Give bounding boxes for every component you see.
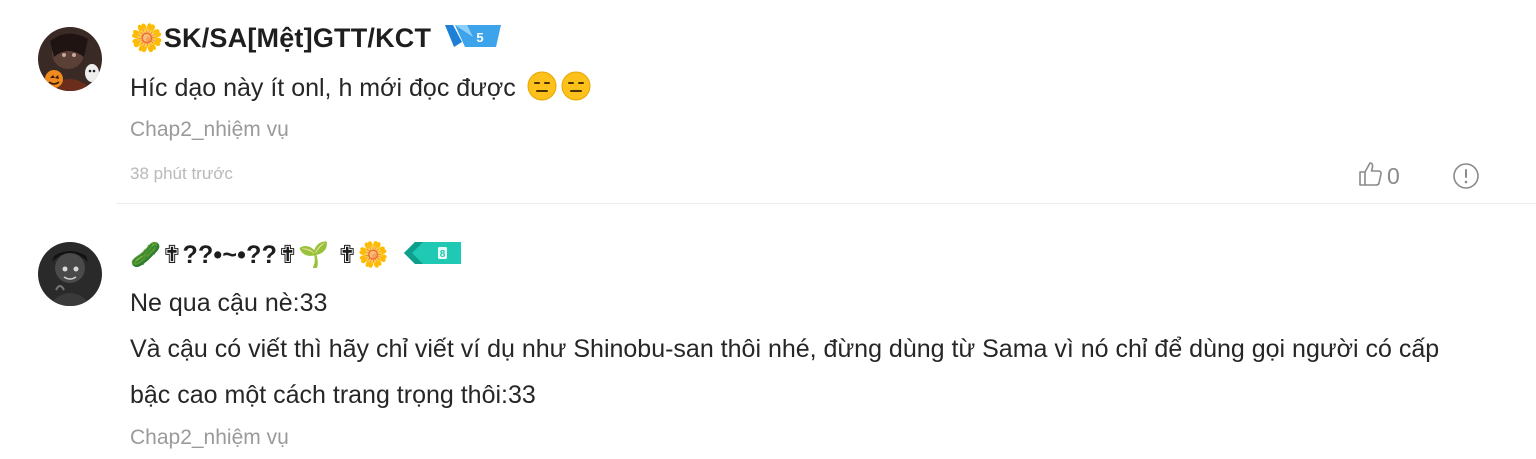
comment-header: 🥒✟??•~•??✟🌱 ✟🌼 8 (130, 237, 463, 273)
expressionless-emoji (561, 70, 591, 116)
comment-text-line: Và cậu có viết thì hãy chỉ viết ví dụ nh… (130, 335, 1440, 363)
svg-text:8: 8 (440, 249, 446, 260)
svg-text:5: 5 (477, 30, 484, 45)
comment-text: Híc dạo này ít onl, h mới đọc được (130, 65, 591, 116)
comment-text-content: Híc dạo này ít onl, h mới đọc được (130, 74, 516, 102)
like-count: 0 (1387, 163, 1400, 189)
comment-item: 🌼SK/SA[Mệt]GTT/KCT 5 Híc dạo này ít onl,… (0, 0, 1536, 204)
comment-item: 🥒✟??•~•??✟🌱 ✟🌼 8 Ne qua cậu nè:33 Và cậu… (0, 205, 1536, 459)
level-badge-blue: 5 (445, 23, 502, 54)
avatar[interactable] (38, 242, 102, 306)
avatar[interactable] (38, 27, 102, 91)
expressionless-emoji (527, 70, 557, 116)
level-badge-teal: 8 (403, 240, 463, 271)
comment-text-line: Ne qua cậu nè:33 (130, 289, 328, 317)
like-button[interactable]: 0 (1356, 160, 1400, 193)
timestamp: 38 phút trước (130, 164, 233, 183)
report-button[interactable] (1452, 162, 1480, 195)
username[interactable]: 🌼SK/SA[Mệt]GTT/KCT (130, 22, 431, 54)
comment-text-line: bậc cao một cách trang trọng thôi:33 (130, 381, 536, 409)
comment-header: 🌼SK/SA[Mệt]GTT/KCT 5 (130, 20, 502, 56)
chapter-link[interactable]: Chap2_nhiệm vụ (130, 426, 289, 450)
report-icon (1452, 163, 1480, 194)
thumbs-up-icon (1356, 160, 1384, 193)
chapter-link[interactable]: Chap2_nhiệm vụ (130, 118, 289, 142)
comment-divider (116, 203, 1536, 204)
username[interactable]: 🥒✟??•~•??✟🌱 ✟🌼 (130, 240, 389, 270)
